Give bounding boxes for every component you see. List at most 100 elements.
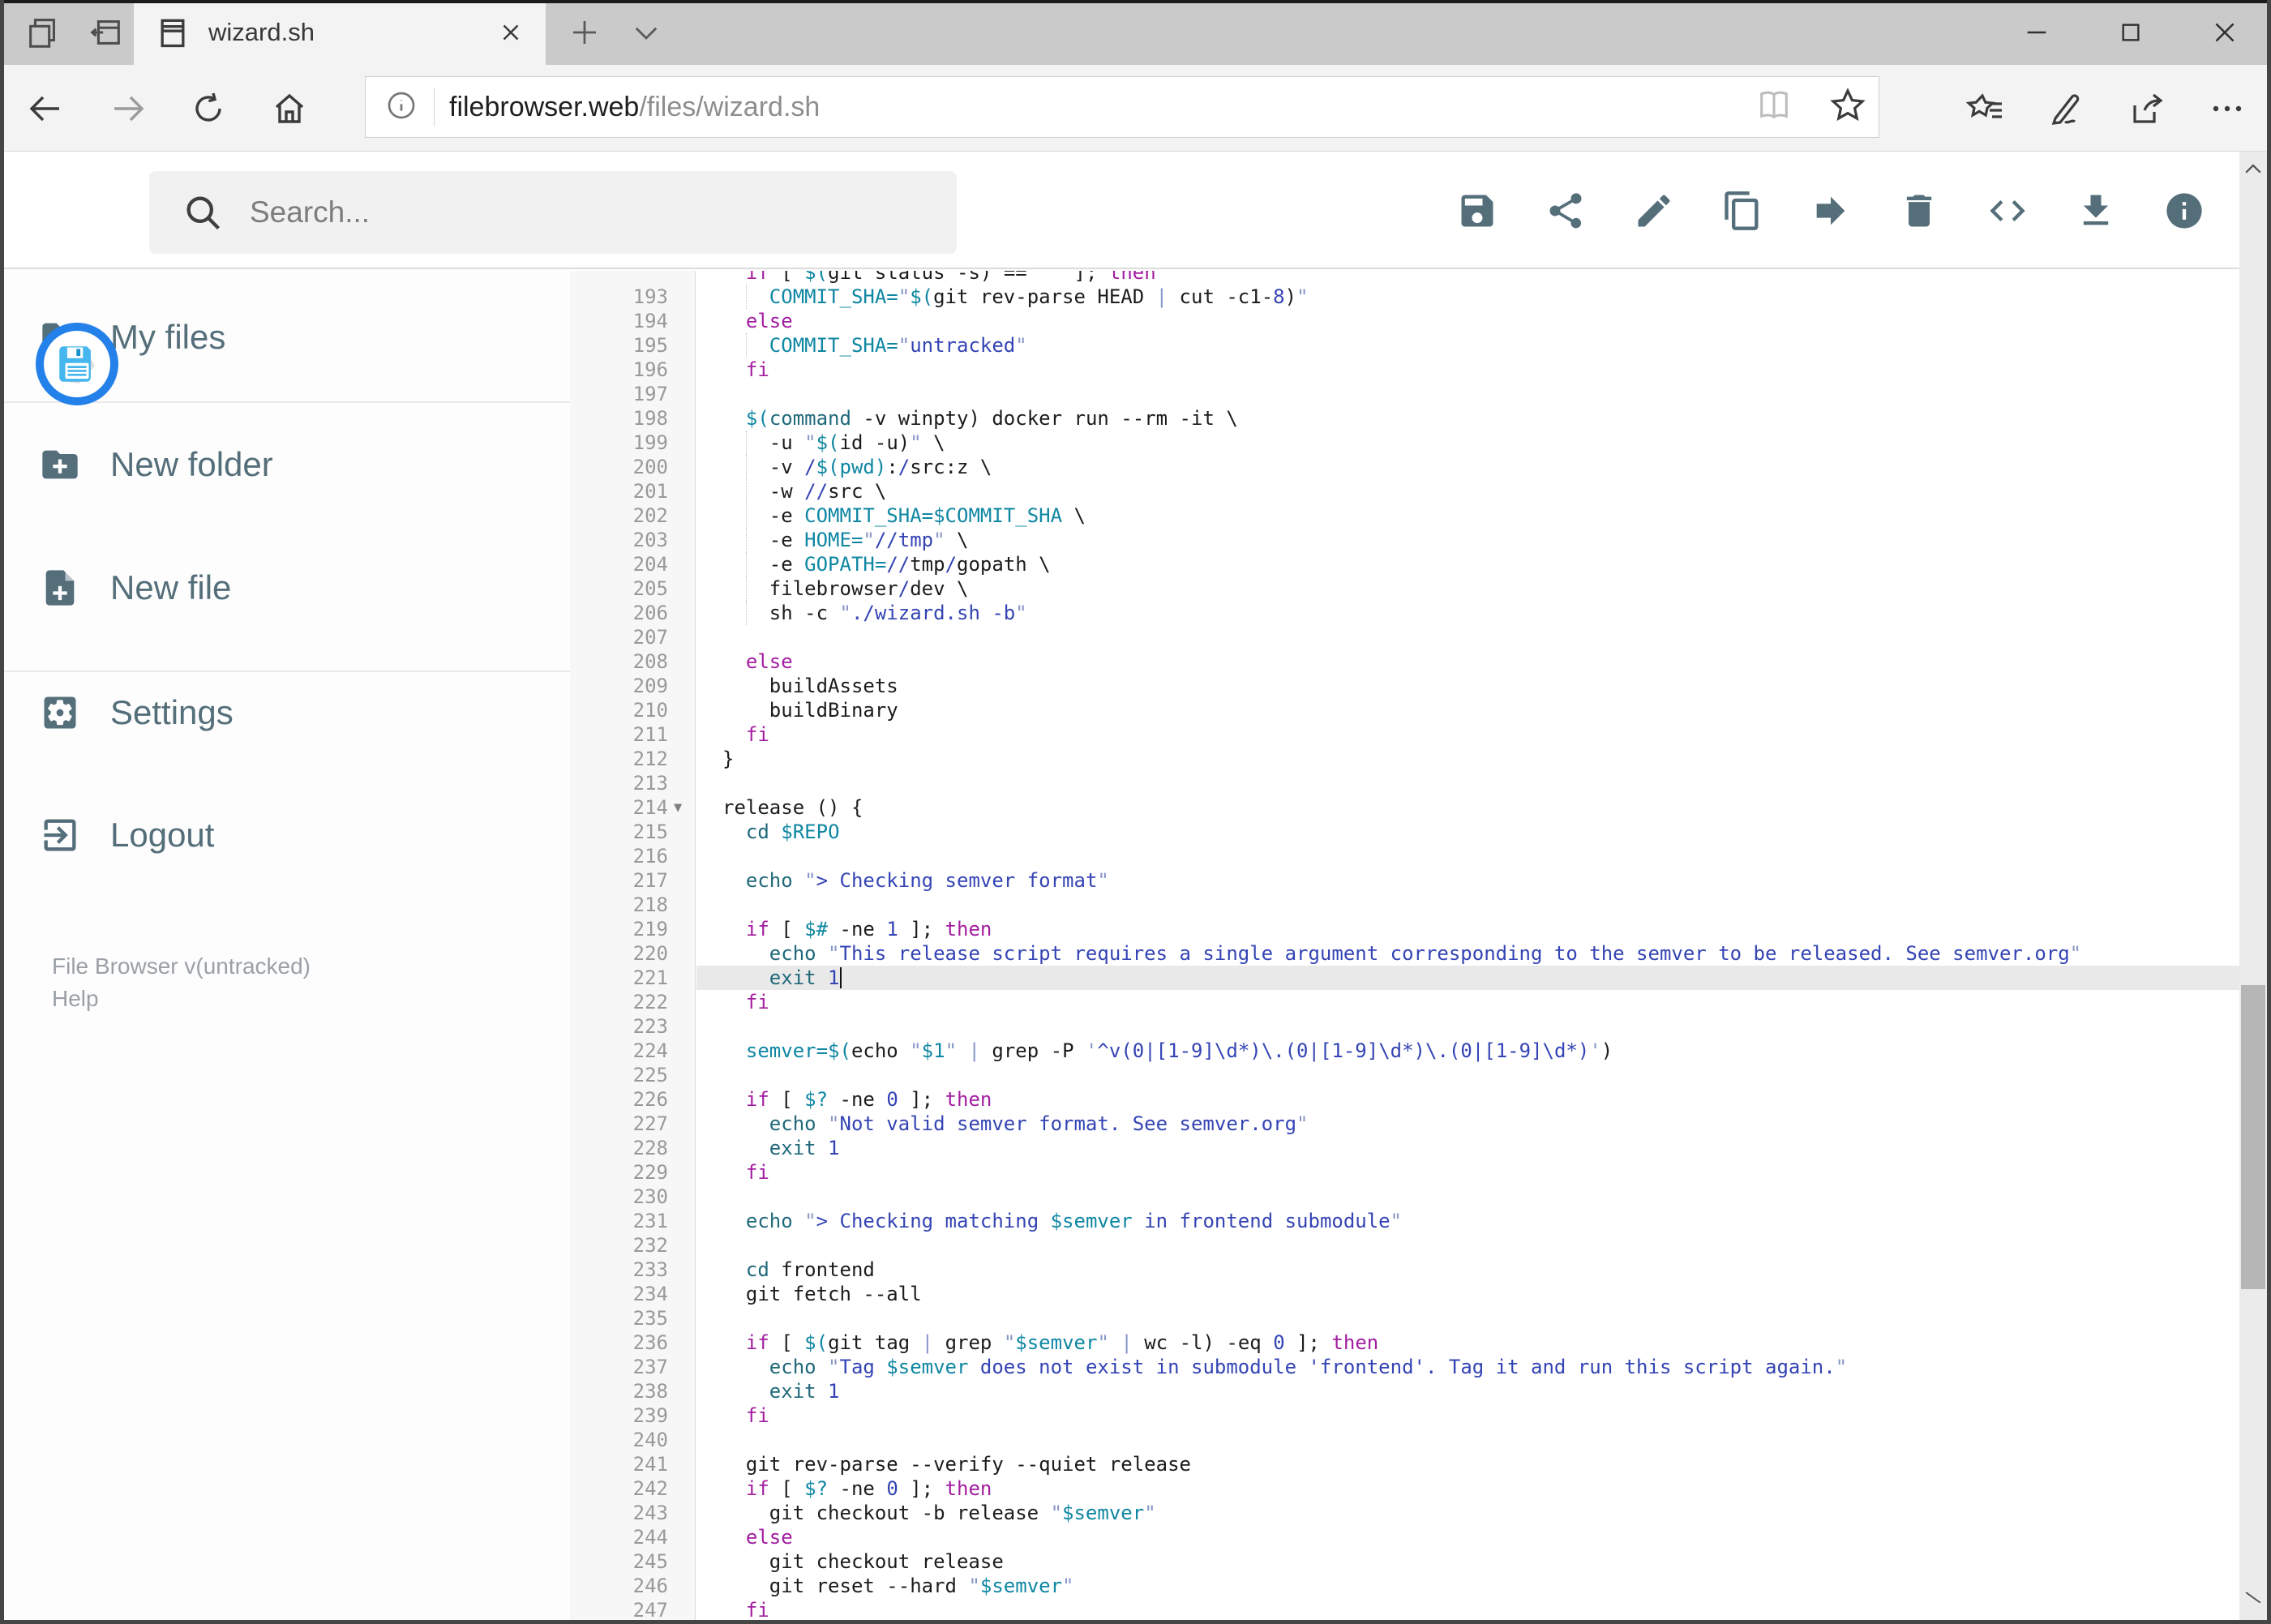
code-line[interactable]: 238 exit 1 — [570, 1379, 2240, 1403]
code-line[interactable]: 206 sh -c "./wizard.sh -b" — [570, 601, 2240, 625]
fold-arrow-icon[interactable]: ▼ — [674, 795, 682, 820]
share-page-icon[interactable] — [2111, 65, 2184, 152]
forward-icon[interactable] — [91, 65, 164, 152]
code-line[interactable]: 217 echo "> Checking semver format" — [570, 868, 2240, 893]
code-line[interactable]: 242 if [ $? -ne 0 ]; then — [570, 1476, 2240, 1501]
code-line[interactable]: 209 buildAssets — [570, 674, 2240, 698]
help-link[interactable]: Help — [52, 986, 99, 1012]
sidebar-item-logout[interactable]: Logout — [0, 799, 570, 871]
scroll-down-icon[interactable] — [2239, 1584, 2267, 1620]
search-box[interactable] — [149, 171, 957, 254]
edit-button[interactable] — [1627, 184, 1681, 238]
copy-button[interactable] — [1716, 184, 1769, 238]
code-line[interactable]: 196 fi — [570, 358, 2240, 382]
code-line[interactable]: 200 -v /$(pwd):/src:z \ — [570, 455, 2240, 479]
tabs-preview-icon[interactable] — [78, 0, 135, 65]
code-line[interactable]: 233 cd frontend — [570, 1258, 2240, 1282]
more-options-icon[interactable] — [2191, 65, 2264, 152]
code-line[interactable]: 215 cd $REPO — [570, 820, 2240, 844]
code-line[interactable]: 199 -u "$(id -u)" \ — [570, 431, 2240, 455]
code-line[interactable]: 226 if [ $? -ne 0 ]; then — [570, 1087, 2240, 1112]
info-button[interactable] — [2157, 184, 2211, 238]
code-line[interactable]: 208 else — [570, 649, 2240, 674]
sidebar-item-new-folder[interactable]: New folder — [0, 429, 570, 500]
code-line[interactable]: 201 -w //src \ — [570, 479, 2240, 503]
move-button[interactable] — [1804, 184, 1858, 238]
refresh-icon[interactable] — [172, 65, 245, 152]
code-line[interactable]: 223 — [570, 1014, 2240, 1039]
code-line[interactable]: if [ $(git status -s) == "" ]; then — [570, 271, 2240, 285]
code-line[interactable]: 243 git checkout -b release "$semver" — [570, 1501, 2240, 1525]
code-line[interactable]: 239 fi — [570, 1403, 2240, 1428]
code-line[interactable]: 222 fi — [570, 990, 2240, 1014]
tab-close-icon[interactable] — [497, 19, 525, 46]
sidebar-item-settings[interactable]: Settings — [0, 677, 570, 748]
code-line[interactable]: 227 echo "Not valid semver format. See s… — [570, 1112, 2240, 1136]
set-tabs-aside-icon[interactable] — [15, 0, 71, 65]
search-input[interactable] — [248, 195, 897, 230]
code-line[interactable]: 235 — [570, 1306, 2240, 1330]
code-line[interactable]: 216 — [570, 844, 2240, 868]
code-line[interactable]: 246 git reset --hard "$semver" — [570, 1574, 2240, 1598]
code-editor[interactable]: if [ $(git status -s) == "" ]; then 193 C… — [570, 271, 2240, 1620]
code-line[interactable]: 202 -e COMMIT_SHA=$COMMIT_SHA \ — [570, 503, 2240, 528]
code-line[interactable]: 211 fi — [570, 722, 2240, 747]
window-maximize-button[interactable] — [2086, 0, 2175, 65]
code-line[interactable]: 224 semver=$(echo "$1" | grep -P '^v(0|[… — [570, 1039, 2240, 1063]
code-line[interactable]: 231 echo "> Checking matching $semver in… — [570, 1209, 2240, 1233]
code-line[interactable]: 241 git rev-parse --verify --quiet relea… — [570, 1452, 2240, 1476]
window-close-button[interactable] — [2180, 0, 2269, 65]
code-line[interactable]: 232 — [570, 1233, 2240, 1258]
raw-code-button[interactable] — [1981, 184, 2034, 238]
code-line[interactable]: 210 buildBinary — [570, 698, 2240, 722]
favorites-hub-icon[interactable] — [1949, 65, 2022, 152]
code-line[interactable]: 225 — [570, 1063, 2240, 1087]
code-line[interactable]: 247 fi — [570, 1598, 2240, 1620]
code-line[interactable]: 229 fi — [570, 1160, 2240, 1185]
new-tab-button[interactable] — [556, 0, 613, 65]
code-line[interactable]: 205 filebrowser/dev \ — [570, 576, 2240, 601]
delete-button[interactable] — [1892, 184, 1946, 238]
window-minimize-button[interactable] — [1992, 0, 2081, 65]
page-scrollbar[interactable] — [2239, 152, 2267, 1620]
tab-list-chevron-icon[interactable] — [618, 0, 675, 65]
code-line[interactable]: 198 $(command -v winpty) docker run --rm… — [570, 406, 2240, 431]
code-line[interactable]: 218 — [570, 893, 2240, 917]
code-line[interactable]: 193 COMMIT_SHA="$(git rev-parse HEAD | c… — [570, 285, 2240, 309]
save-button[interactable] — [1450, 184, 1504, 238]
home-icon[interactable] — [253, 65, 326, 152]
code-line[interactable]: 207 — [570, 625, 2240, 649]
code-line[interactable]: 244 else — [570, 1525, 2240, 1549]
address-bar[interactable]: filebrowser.web/files/wizard.sh — [365, 76, 1879, 138]
code-line[interactable]: 228 exit 1 — [570, 1136, 2240, 1160]
code-line[interactable]: 240 — [570, 1428, 2240, 1452]
scrollbar-thumb[interactable] — [2241, 985, 2265, 1289]
browser-tab[interactable]: wizard.sh — [134, 0, 546, 65]
code-line[interactable]: 245 git checkout release — [570, 1549, 2240, 1574]
download-button[interactable] — [2069, 184, 2123, 238]
code-line[interactable]: 212} — [570, 747, 2240, 771]
site-info-icon[interactable] — [385, 89, 418, 126]
code-line[interactable]: 214 ▼ release () { — [570, 795, 2240, 820]
code-line[interactable]: 230 — [570, 1185, 2240, 1209]
code-line[interactable]: 213 — [570, 771, 2240, 795]
code-line[interactable]: 197 — [570, 382, 2240, 406]
sidebar-item-new-file[interactable]: New file — [0, 552, 570, 623]
scroll-up-icon[interactable] — [2239, 152, 2267, 187]
code-line[interactable]: 236 if [ $(git tag | grep "$semver" | wc… — [570, 1330, 2240, 1355]
code-line[interactable]: 237 echo "Tag $semver does not exist in … — [570, 1355, 2240, 1379]
code-line[interactable]: 194 else — [570, 309, 2240, 333]
back-icon[interactable] — [10, 65, 83, 152]
share-button[interactable] — [1539, 184, 1592, 238]
code-line[interactable]: 195 COMMIT_SHA="untracked" — [570, 333, 2240, 358]
code-line[interactable]: 221 exit 1 — [570, 966, 2240, 990]
annotate-pen-icon[interactable] — [2029, 65, 2102, 152]
filebrowser-logo[interactable] — [36, 323, 118, 405]
code-line[interactable]: 220 echo "This release script requires a… — [570, 941, 2240, 966]
code-line[interactable]: 203 -e HOME="//tmp" \ — [570, 528, 2240, 552]
line-number: 201 — [632, 480, 668, 503]
code-line[interactable]: 219 if [ $# -ne 1 ]; then — [570, 917, 2240, 941]
code-line[interactable]: 234 git fetch --all — [570, 1282, 2240, 1306]
code-line[interactable]: 204 -e GOPATH=//tmp/gopath \ — [570, 552, 2240, 576]
add-favorite-star-icon[interactable] — [1828, 86, 1867, 129]
